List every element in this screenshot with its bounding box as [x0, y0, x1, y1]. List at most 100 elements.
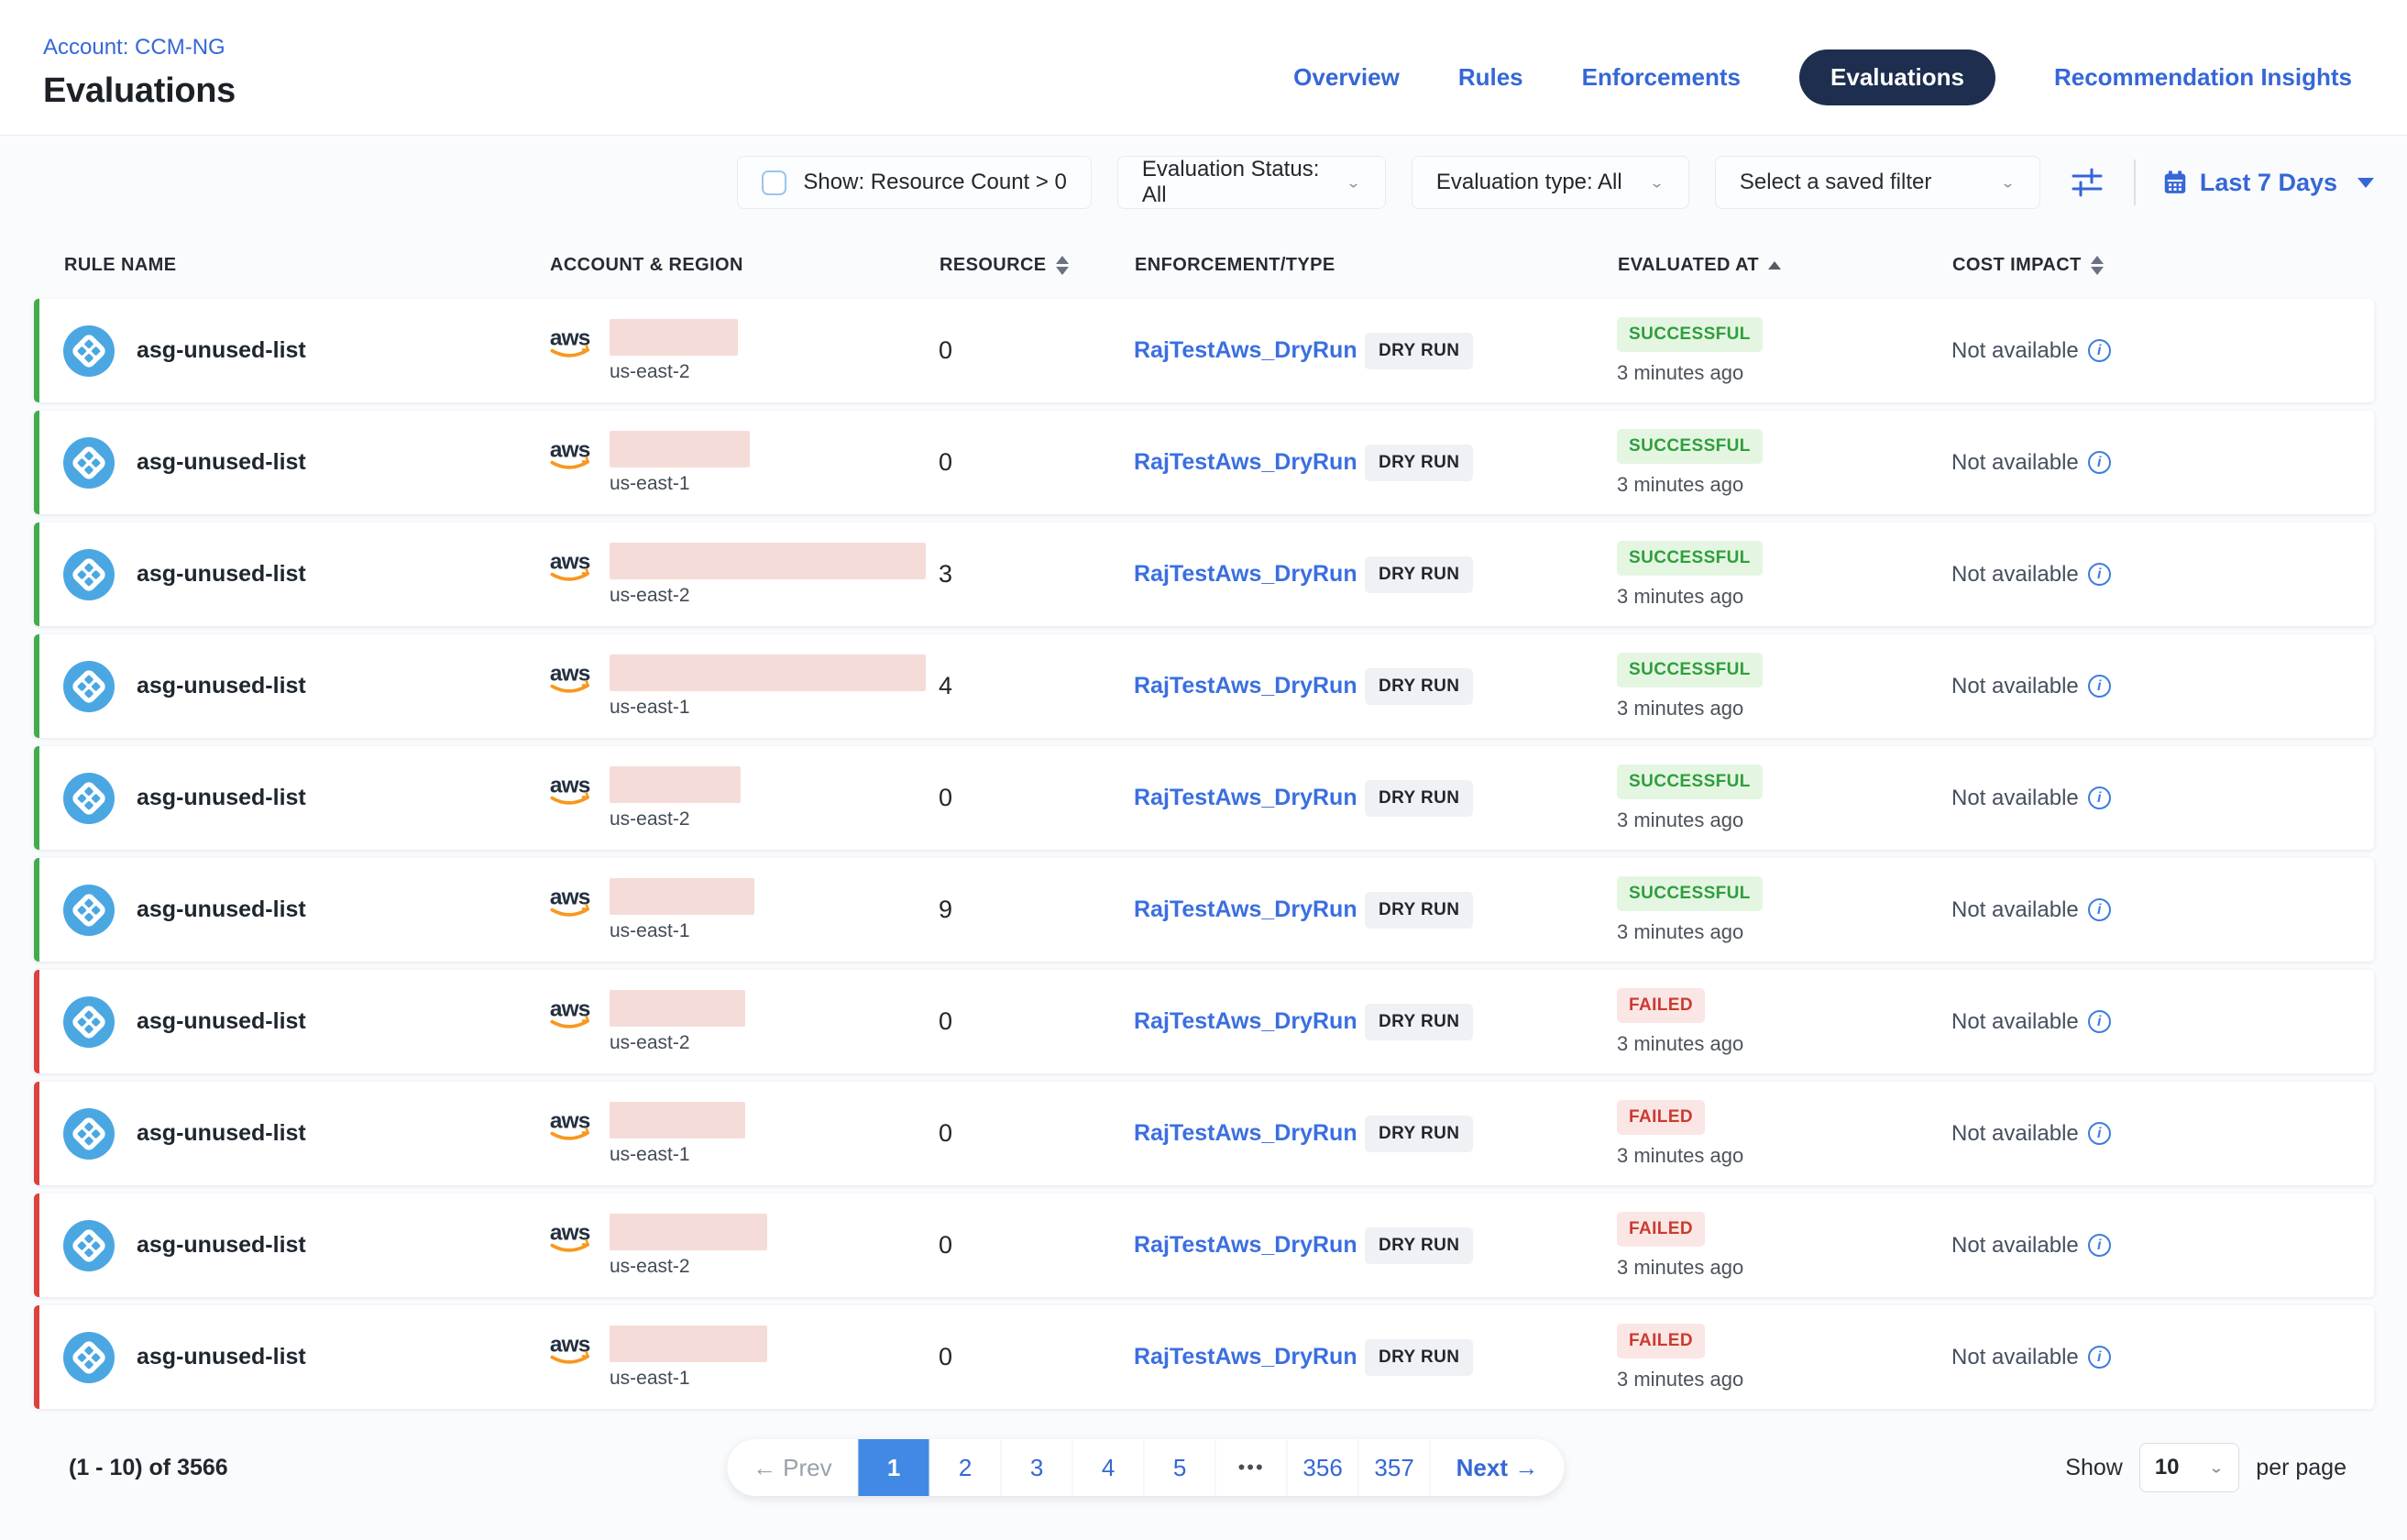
cost-impact-cell: Not available i — [1951, 450, 2374, 476]
table-row[interactable]: asg-unused-list aws us-east-1 4 RajTestA… — [34, 634, 2374, 738]
status-badge: SUCCESSFUL — [1617, 429, 1763, 464]
sort-icon[interactable] — [1056, 256, 1069, 275]
aws-logo-icon: aws — [549, 772, 599, 810]
table-row[interactable]: asg-unused-list aws us-east-1 9 RajTestA… — [34, 858, 2374, 962]
enforcement-link[interactable]: RajTestAws_DryRun — [1134, 449, 1365, 476]
page-button-356[interactable]: 356 — [1288, 1439, 1359, 1496]
info-icon[interactable]: i — [2088, 563, 2111, 586]
table-row[interactable]: asg-unused-list aws us-east-2 0 RajTestA… — [34, 970, 2374, 1073]
rule-cell: asg-unused-list — [63, 437, 549, 489]
enforcement-link[interactable]: RajTestAws_DryRun — [1134, 1232, 1365, 1259]
governance-rule-icon — [63, 1108, 115, 1160]
enforcement-cell: RajTestAws_DryRun DRY RUN — [1134, 1004, 1617, 1040]
enforcement-link[interactable]: RajTestAws_DryRun — [1134, 785, 1365, 811]
rule-cell: asg-unused-list — [63, 325, 549, 377]
info-icon[interactable]: i — [2088, 786, 2111, 809]
info-icon[interactable]: i — [2088, 451, 2111, 474]
enforcement-link[interactable]: RajTestAws_DryRun — [1134, 896, 1365, 923]
chevron-down-icon: ⌄ — [2000, 173, 2016, 192]
rule-name: asg-unused-list — [137, 785, 306, 811]
table-row[interactable]: asg-unused-list aws us-east-1 0 RajTestA… — [34, 1082, 2374, 1185]
resource-count: 0 — [939, 336, 1134, 365]
saved-filter-dropdown[interactable]: Select a saved filter ⌄ — [1715, 156, 2040, 209]
resource-count-filter-toggle[interactable]: Show: Resource Count > 0 — [737, 156, 1092, 209]
date-range-selector[interactable]: Last 7 Days — [2161, 169, 2374, 197]
evaluation-type-dropdown[interactable]: Evaluation type: All ⌄ — [1412, 156, 1689, 209]
tab-rules[interactable]: Rules — [1458, 63, 1523, 92]
sort-asc-icon[interactable] — [1768, 261, 1781, 270]
rule-name: asg-unused-list — [137, 337, 306, 364]
evaluated-at-cell: SUCCESSFUL 3 minutes ago — [1617, 429, 1951, 497]
prev-page-button[interactable]: ← Prev — [727, 1439, 859, 1496]
info-icon[interactable]: i — [2088, 1346, 2111, 1369]
table-row[interactable]: asg-unused-list aws us-east-2 3 RajTestA… — [34, 522, 2374, 626]
info-icon[interactable]: i — [2088, 1234, 2111, 1257]
resource-count: 0 — [939, 1343, 1134, 1371]
tab-enforcements[interactable]: Enforcements — [1582, 63, 1741, 92]
tab-overview[interactable]: Overview — [1293, 63, 1400, 92]
evaluated-time: 3 minutes ago — [1617, 1144, 1743, 1168]
table-row[interactable]: asg-unused-list aws us-east-2 0 RajTestA… — [34, 746, 2374, 850]
info-icon[interactable]: i — [2088, 1122, 2111, 1145]
enforcement-link[interactable]: RajTestAws_DryRun — [1134, 1120, 1365, 1147]
page-button-3[interactable]: 3 — [1002, 1439, 1073, 1496]
enforcement-link[interactable]: RajTestAws_DryRun — [1134, 337, 1365, 364]
evaluation-status-dropdown[interactable]: Evaluation Status: All ⌄ — [1117, 156, 1386, 209]
evaluated-time: 3 minutes ago — [1617, 697, 1743, 720]
filter-settings-button[interactable] — [2066, 166, 2108, 199]
enforcement-link[interactable]: RajTestAws_DryRun — [1134, 1344, 1365, 1370]
evaluated-at-cell: SUCCESSFUL 3 minutes ago — [1617, 764, 1951, 832]
saved-filter-placeholder: Select a saved filter — [1740, 170, 1931, 195]
account-stack: us-east-2 — [610, 766, 741, 830]
account-region-cell: aws us-east-1 — [549, 878, 939, 942]
page-button-2[interactable]: 2 — [930, 1439, 1002, 1496]
page-button-1[interactable]: 1 — [859, 1439, 930, 1496]
table-row[interactable]: asg-unused-list aws us-east-2 0 RajTestA… — [34, 1194, 2374, 1297]
next-page-button[interactable]: Next → — [1431, 1439, 1565, 1496]
info-icon[interactable]: i — [2088, 675, 2111, 698]
info-icon[interactable]: i — [2088, 1010, 2111, 1033]
aws-logo-icon: aws — [549, 548, 599, 587]
info-icon[interactable]: i — [2088, 339, 2111, 362]
tab-recommendation-insights[interactable]: Recommendation Insights — [2054, 63, 2352, 92]
table-row[interactable]: asg-unused-list aws us-east-2 0 RajTestA… — [34, 299, 2374, 402]
page-button-357[interactable]: 357 — [1359, 1439, 1431, 1496]
enforcement-cell: RajTestAws_DryRun DRY RUN — [1134, 892, 1617, 929]
svg-text:aws: aws — [550, 549, 590, 574]
evaluation-type-badge: DRY RUN — [1365, 445, 1473, 481]
table-row[interactable]: asg-unused-list aws us-east-1 0 RajTestA… — [34, 411, 2374, 514]
account-region-cell: aws us-east-2 — [549, 1214, 939, 1278]
resource-count: 0 — [939, 784, 1134, 812]
account-id-redacted — [610, 319, 738, 356]
column-header-evaluated-at: EVALUATED AT — [1618, 255, 1952, 276]
cost-impact-cell: Not available i — [1951, 1121, 2374, 1147]
page-button-4[interactable]: 4 — [1073, 1439, 1145, 1496]
table-row[interactable]: asg-unused-list aws us-east-1 0 RajTestA… — [34, 1305, 2374, 1409]
page-button-5[interactable]: 5 — [1145, 1439, 1216, 1496]
evaluated-at-cell: FAILED 3 minutes ago — [1617, 988, 1951, 1056]
column-label: COST IMPACT — [1952, 255, 2082, 276]
rule-name: asg-unused-list — [137, 1344, 306, 1370]
rule-cell: asg-unused-list — [63, 885, 549, 936]
account-stack: us-east-1 — [610, 1326, 767, 1390]
account-region-cell: aws us-east-1 — [549, 431, 939, 495]
per-page-select[interactable]: 10 ⌄ — [2139, 1443, 2239, 1492]
evaluated-at-cell: SUCCESSFUL 3 minutes ago — [1617, 876, 1951, 944]
resource-count-checkbox[interactable] — [762, 170, 786, 195]
tab-evaluations[interactable]: Evaluations — [1799, 50, 1995, 105]
enforcement-link[interactable]: RajTestAws_DryRun — [1134, 561, 1365, 588]
enforcement-link[interactable]: RajTestAws_DryRun — [1134, 673, 1365, 699]
rule-name: asg-unused-list — [137, 1008, 306, 1035]
status-badge: FAILED — [1617, 988, 1705, 1023]
account-region-cell: aws us-east-2 — [549, 319, 939, 383]
enforcement-cell: RajTestAws_DryRun DRY RUN — [1134, 333, 1617, 369]
sort-icon[interactable] — [2091, 256, 2104, 275]
info-icon[interactable]: i — [2088, 898, 2111, 921]
enforcement-link[interactable]: RajTestAws_DryRun — [1134, 1008, 1365, 1035]
svg-text:aws: aws — [550, 773, 590, 798]
account-breadcrumb-link[interactable]: Account: CCM-NG — [43, 35, 236, 60]
account-id-redacted — [610, 990, 745, 1027]
enforcement-cell: RajTestAws_DryRun DRY RUN — [1134, 1116, 1617, 1152]
column-header-cost-impact: COST IMPACT — [1952, 255, 2374, 276]
date-range-value: Last 7 Days — [2200, 169, 2337, 197]
